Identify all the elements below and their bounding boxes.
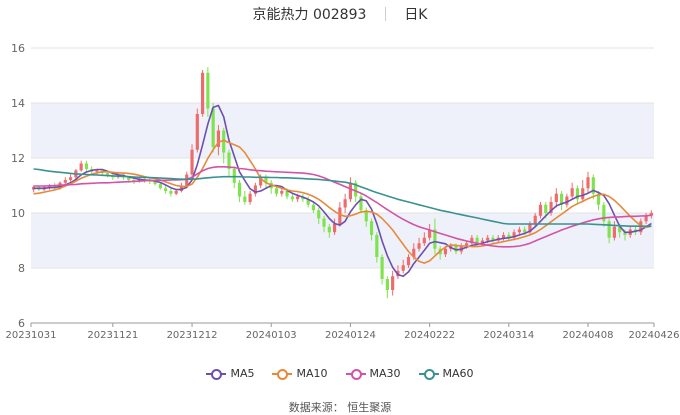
candle: [280, 191, 284, 194]
candle: [95, 170, 99, 172]
candle: [164, 188, 168, 191]
candle: [612, 226, 616, 238]
legend-item-ma10[interactable]: MA10: [272, 367, 328, 380]
candle: [201, 72, 205, 114]
candle: [385, 279, 389, 290]
x-tick-label: 20231121: [87, 330, 138, 341]
candle: [422, 237, 426, 244]
candle: [332, 224, 337, 233]
candle: [248, 193, 252, 202]
x-tick-label: 20240124: [325, 330, 376, 341]
candle: [570, 188, 574, 197]
candle: [501, 235, 506, 238]
candle: [158, 184, 162, 189]
x-tick-label: 20240103: [246, 330, 297, 341]
candle: [544, 204, 548, 213]
candle: [79, 163, 83, 171]
legend-swatch-ma10: [272, 368, 293, 380]
candle: [380, 257, 384, 279]
legend-swatch-ma5: [206, 368, 227, 380]
kline-chart: 6 8 10 12 14 16 20231031 20231121 20231212 20240…: [6, 42, 680, 341]
candle: [375, 235, 379, 257]
legend-label-ma10: MA10: [296, 367, 328, 380]
candle: [443, 248, 448, 255]
legend-item-ma60[interactable]: MA60: [418, 367, 474, 380]
candle: [296, 196, 300, 200]
candle: [84, 163, 89, 169]
candle: [406, 257, 411, 266]
candle: [195, 114, 199, 150]
candle: [63, 180, 67, 183]
candle: [401, 265, 405, 271]
legend-item-ma5[interactable]: MA5: [206, 367, 254, 380]
x-tick-label: 20240222: [404, 330, 455, 341]
legend-swatch-ma30: [345, 368, 366, 380]
candle: [322, 218, 326, 227]
candle: [237, 182, 242, 197]
candle: [581, 188, 585, 200]
candle: [523, 229, 527, 233]
candle: [517, 229, 521, 233]
candle: [327, 226, 331, 233]
candle: [211, 108, 215, 147]
candle: [232, 169, 236, 183]
candle: [417, 243, 421, 249]
candle: [486, 237, 490, 241]
y-tick-label: 10: [11, 207, 25, 220]
candle: [554, 193, 558, 202]
y-tick-label: 8: [18, 262, 25, 275]
y-tick-label: 14: [11, 97, 25, 110]
y-axis: 6 8 10 12 14 16: [11, 42, 25, 330]
candle: [317, 210, 321, 219]
legend-label-ma30: MA30: [369, 367, 401, 380]
legend-item-ma30[interactable]: MA30: [345, 367, 401, 380]
candle: [274, 188, 279, 194]
y-tick-label: 6: [18, 317, 25, 330]
y-tick-label: 12: [11, 152, 25, 165]
band: [31, 213, 654, 268]
candle: [348, 182, 353, 200]
candle: [586, 177, 590, 189]
y-tick-label: 16: [11, 42, 25, 55]
candle: [190, 149, 194, 175]
candle: [311, 204, 316, 211]
x-axis: 20231031 20231121 20231212 20240103 20240124…: [6, 322, 680, 341]
x-tick-label: 20240426: [629, 330, 680, 341]
candle: [607, 221, 611, 238]
band: [31, 103, 654, 158]
x-tick-label: 20240408: [563, 330, 614, 341]
candle: [174, 191, 178, 194]
x-tick-label: 20231031: [6, 330, 57, 341]
candle: [169, 191, 173, 194]
legend-label-ma5: MA5: [230, 367, 255, 380]
legend-label-ma60: MA60: [442, 367, 474, 380]
candle: [369, 221, 374, 235]
legend: MA5 MA10 MA30 MA60: [0, 367, 680, 380]
candle: [533, 215, 537, 224]
candle: [206, 72, 210, 109]
candle: [538, 204, 543, 216]
legend-swatch-ma60: [418, 368, 439, 380]
candle: [343, 199, 347, 208]
candle: [69, 177, 73, 180]
candle: [243, 196, 247, 202]
candle: [290, 196, 294, 200]
x-tick-label: 20231212: [167, 330, 218, 341]
candle: [391, 276, 395, 290]
x-tick-label: 20240314: [483, 330, 534, 341]
